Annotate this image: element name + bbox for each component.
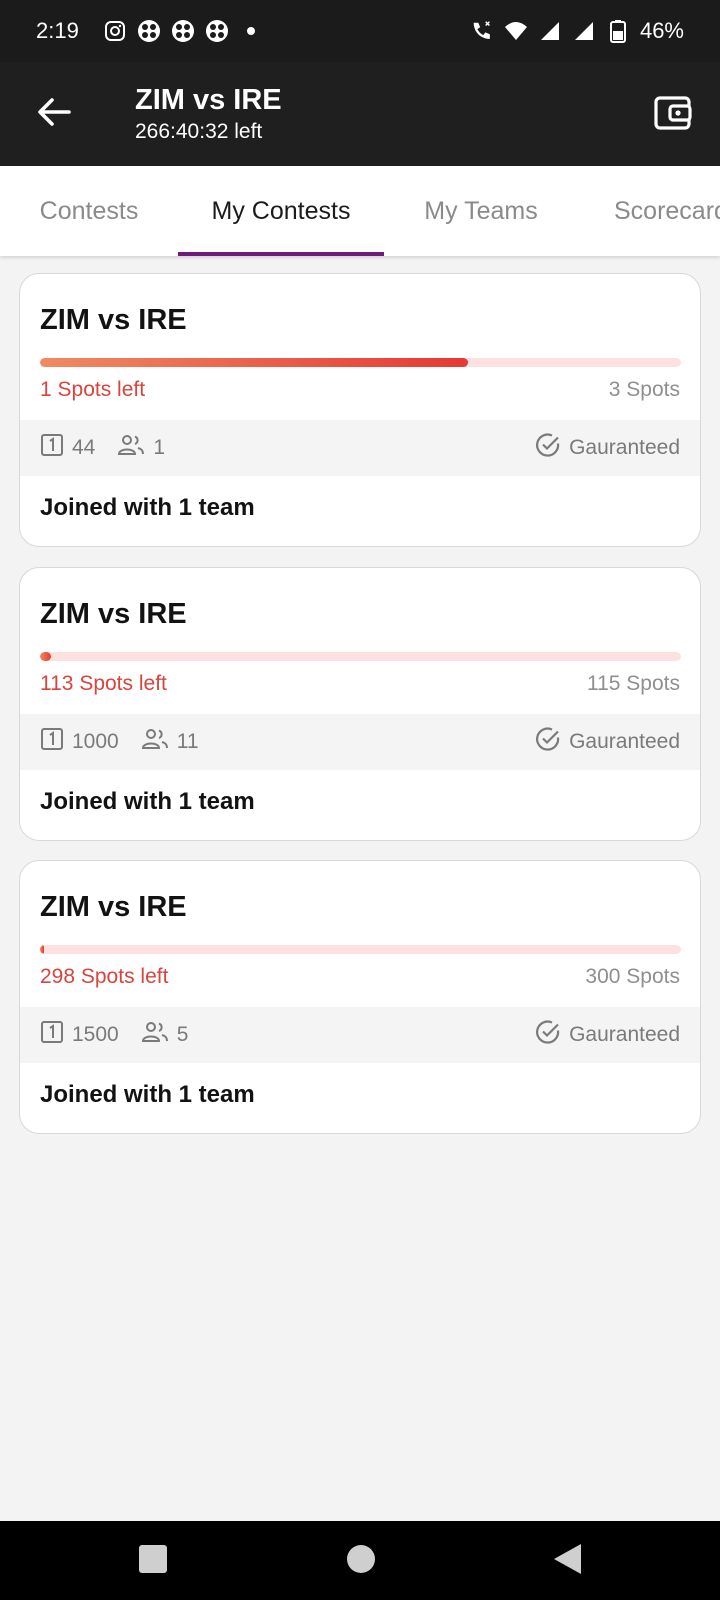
contest-info-row: 1500 5 Gauranteed: [20, 1007, 700, 1063]
tab-scorecard[interactable]: Scorecard: [614, 166, 720, 256]
entry-info: 1000: [40, 727, 119, 757]
joined-status: Joined with 1 team: [40, 788, 255, 815]
entry-value: 1000: [72, 730, 119, 753]
contest-card[interactable]: ZIM vs IRE 298 Spots left 300 Spots 1500…: [19, 860, 701, 1134]
teams-value: 5: [176, 1023, 189, 1046]
recents-button[interactable]: [133, 1541, 173, 1581]
contest-info-row: 1000 11 Gauranteed: [20, 714, 700, 770]
total-spots: 115 Spots: [586, 672, 680, 695]
back-nav-button[interactable]: [547, 1541, 587, 1581]
entry-value: 44: [72, 436, 96, 459]
square-icon: [137, 1543, 169, 1580]
app-icon: [205, 19, 229, 43]
battery-percent: 46%: [639, 18, 684, 43]
app-icon: [137, 19, 161, 43]
guaranteed-label: Gauranteed: [569, 436, 680, 459]
entry-number-icon: [40, 727, 64, 757]
app-bar: ZIM vs IRE 266:40:32 left: [0, 62, 720, 166]
guaranteed-label: Gauranteed: [569, 1023, 680, 1046]
wallet-button[interactable]: [648, 90, 698, 140]
tab-indicator: [178, 252, 384, 256]
guaranteed-badge: Gauranteed: [535, 432, 680, 464]
tab-bar: Contests My Contests My Teams Scorecard: [0, 166, 720, 256]
status-bar: 2:19 46%: [0, 0, 720, 62]
tab-contests[interactable]: Contests: [14, 166, 164, 256]
contest-title: ZIM vs IRE: [40, 891, 187, 923]
entry-info: 1500: [40, 1020, 119, 1050]
signal-icon: [572, 19, 596, 43]
spots-progress-bar: [40, 945, 681, 954]
status-time: 2:19: [36, 18, 79, 43]
entry-info: 44: [40, 433, 95, 463]
spots-left: 1 Spots left: [40, 378, 146, 401]
joined-status: Joined with 1 team: [40, 494, 255, 521]
teams-info: 5: [141, 1021, 189, 1049]
signal-icon: [538, 19, 562, 43]
contest-title: ZIM vs IRE: [40, 598, 187, 630]
guaranteed-label: Gauranteed: [569, 730, 680, 753]
entry-value: 1500: [72, 1023, 119, 1046]
check-circle-icon: [535, 726, 561, 758]
spots-left: 298 Spots left: [40, 965, 169, 988]
instagram-icon: [103, 19, 127, 43]
teams-value: 1: [153, 436, 166, 459]
entry-number-icon: [40, 433, 64, 463]
guaranteed-badge: Gauranteed: [535, 1019, 680, 1051]
back-button[interactable]: [28, 88, 80, 140]
triangle-back-icon: [551, 1542, 583, 1581]
home-button[interactable]: [341, 1541, 381, 1581]
wallet-icon: [654, 95, 692, 136]
call-icon: [470, 19, 494, 43]
tab-my-teams[interactable]: My Teams: [398, 166, 564, 256]
contest-info-row: 44 1 Gauranteed: [20, 420, 700, 476]
battery-icon: [606, 19, 630, 43]
guaranteed-badge: Gauranteed: [535, 726, 680, 758]
people-icon: [117, 434, 145, 462]
contest-card[interactable]: ZIM vs IRE 113 Spots left 115 Spots 1000…: [19, 567, 701, 841]
contest-card[interactable]: ZIM vs IRE 1 Spots left 3 Spots 44 1 Gau…: [19, 273, 701, 547]
people-icon: [141, 728, 169, 756]
teams-info: 11: [141, 728, 199, 756]
page-title: ZIM vs IRE: [135, 84, 282, 116]
arrow-left-icon: [37, 97, 71, 132]
progress-fill: [40, 945, 45, 954]
system-nav-bar: [0, 1521, 720, 1600]
entry-number-icon: [40, 1020, 64, 1050]
dot-icon: [239, 19, 263, 43]
contest-title: ZIM vs IRE: [40, 304, 187, 336]
circle-icon: [345, 1543, 377, 1580]
progress-fill: [40, 652, 51, 661]
spots-left: 113 Spots left: [40, 672, 167, 695]
tab-my-contests[interactable]: My Contests: [178, 166, 384, 256]
teams-value: 11: [176, 730, 199, 753]
total-spots: 300 Spots: [585, 965, 680, 988]
app-icon: [171, 19, 195, 43]
spots-progress-bar: [40, 652, 681, 661]
spots-progress-bar: [40, 358, 681, 367]
check-circle-icon: [535, 432, 561, 464]
teams-info: 1: [117, 434, 165, 462]
joined-status: Joined with 1 team: [40, 1081, 255, 1108]
check-circle-icon: [535, 1019, 561, 1051]
wifi-icon: [504, 19, 528, 43]
people-icon: [141, 1021, 169, 1049]
time-left: 266:40:32 left: [135, 120, 263, 143]
total-spots: 3 Spots: [608, 378, 680, 401]
progress-fill: [40, 358, 468, 367]
